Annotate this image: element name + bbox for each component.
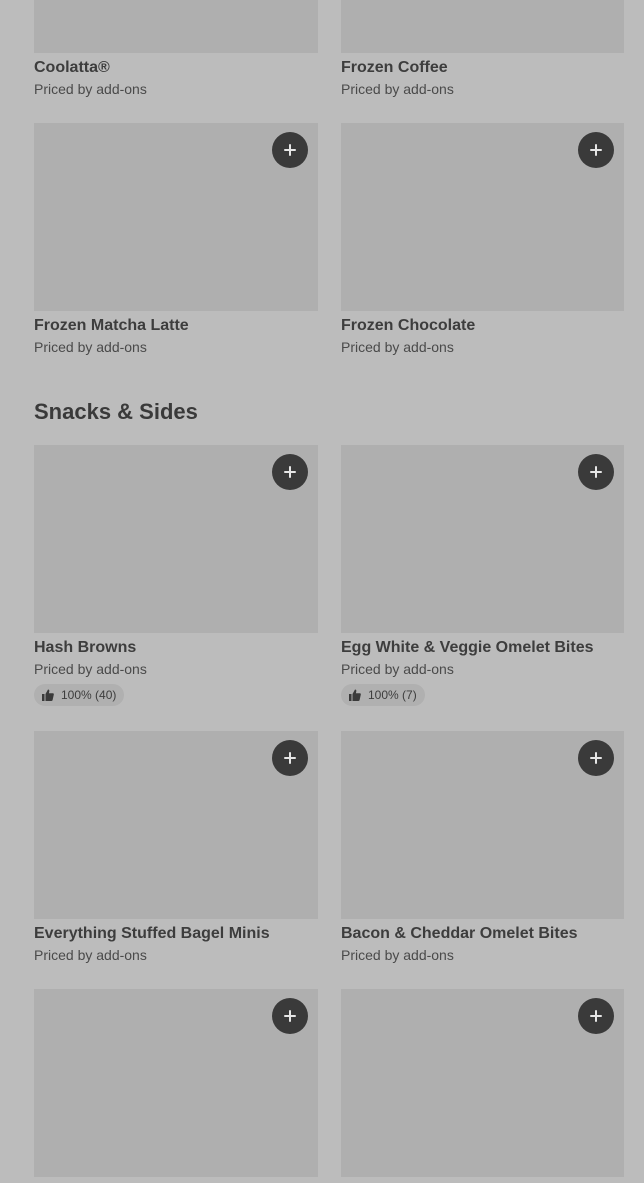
add-to-cart-button[interactable]	[272, 454, 308, 490]
item-title: Egg White & Veggie Omelet Bites	[341, 639, 594, 656]
plus-icon	[590, 752, 602, 764]
thumbs-up-icon	[349, 689, 361, 701]
menu-item-card[interactable]: Bacon & Cheddar Omelet Bites Priced by a…	[341, 731, 624, 964]
item-title: Bacon & Cheddar Omelet Bites	[341, 925, 578, 942]
item-image[interactable]	[341, 123, 624, 311]
add-to-cart-button[interactable]	[578, 740, 614, 776]
item-title: Frozen Coffee	[341, 59, 448, 76]
menu-item-card[interactable]: Frozen Coffee Priced by add-ons	[341, 0, 624, 98]
plus-icon	[590, 1010, 602, 1022]
menu-item-card[interactable]: Egg White & Veggie Omelet Bites Priced b…	[341, 445, 624, 706]
item-price: Priced by add-ons	[34, 661, 147, 677]
item-price: Priced by add-ons	[341, 661, 454, 677]
menu-item-card[interactable]: Frozen Chocolate Priced by add-ons	[341, 123, 624, 356]
rating-badge: 100% (40)	[34, 684, 125, 706]
item-title: Frozen Matcha Latte	[34, 317, 189, 334]
item-title: Everything Stuffed Bagel Minis	[34, 925, 270, 942]
item-title: Hash Browns	[34, 639, 137, 656]
plus-icon	[284, 144, 296, 156]
rating-text: 100% (40)	[61, 688, 117, 702]
item-price: Priced by add-ons	[34, 947, 147, 963]
menu-item-card[interactable]: Everything Stuffed Bagel Minis Priced by…	[34, 731, 318, 964]
thumbs-up-icon	[42, 689, 54, 701]
item-image[interactable]	[341, 731, 624, 919]
plus-icon	[284, 1010, 296, 1022]
item-title: Coolatta®	[34, 59, 110, 76]
item-image[interactable]	[34, 0, 318, 53]
item-image[interactable]	[34, 445, 318, 633]
item-price: Priced by add-ons	[341, 81, 454, 97]
item-price: Priced by add-ons	[341, 339, 454, 355]
plus-icon	[590, 466, 602, 478]
menu-item-card[interactable]: Hash Browns Priced by add-ons 100% (40)	[34, 445, 318, 706]
item-image[interactable]	[341, 0, 624, 53]
item-image[interactable]	[34, 731, 318, 919]
item-image[interactable]	[34, 123, 318, 311]
item-image[interactable]	[341, 445, 624, 633]
item-price: Priced by add-ons	[34, 81, 147, 97]
menu-item-card[interactable]: Coolatta® Priced by add-ons	[34, 0, 318, 98]
plus-icon	[284, 466, 296, 478]
item-image[interactable]	[34, 989, 318, 1177]
add-to-cart-button[interactable]	[578, 454, 614, 490]
item-image[interactable]	[341, 989, 624, 1177]
menu-item-card[interactable]	[341, 989, 624, 1177]
rating-text: 100% (7)	[368, 688, 417, 702]
add-to-cart-button[interactable]	[578, 998, 614, 1034]
add-to-cart-button[interactable]	[272, 998, 308, 1034]
menu-page: Coolatta® Priced by add-ons Frozen Coffe…	[0, 0, 644, 1183]
rating-badge: 100% (7)	[341, 684, 425, 706]
plus-icon	[590, 144, 602, 156]
add-to-cart-button[interactable]	[272, 132, 308, 168]
section-title: Snacks & Sides	[34, 399, 198, 424]
add-to-cart-button[interactable]	[578, 132, 614, 168]
plus-icon	[284, 752, 296, 764]
add-to-cart-button[interactable]	[272, 740, 308, 776]
item-title: Frozen Chocolate	[341, 317, 476, 334]
menu-item-card[interactable]: Frozen Matcha Latte Priced by add-ons	[34, 123, 318, 356]
item-price: Priced by add-ons	[341, 947, 454, 963]
menu-item-card[interactable]	[34, 989, 318, 1177]
item-price: Priced by add-ons	[34, 339, 147, 355]
